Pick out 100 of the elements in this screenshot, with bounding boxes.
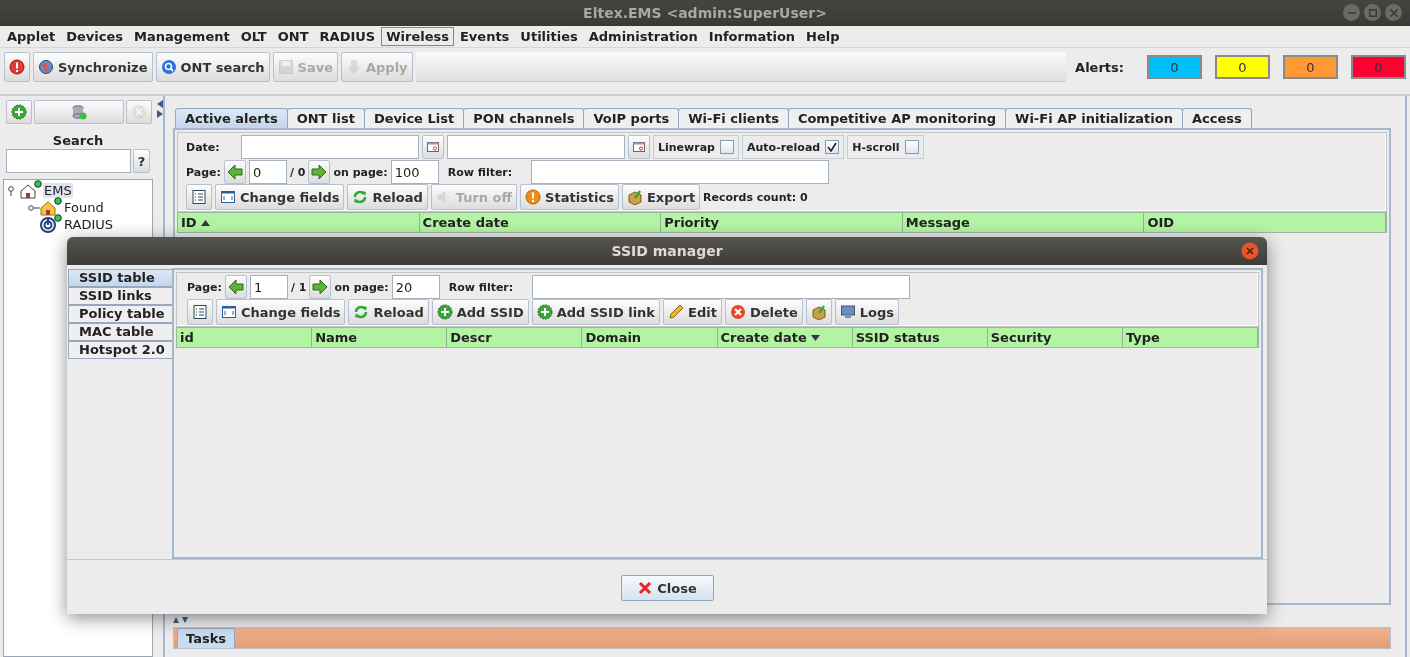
menu-item[interactable]: OLT xyxy=(235,27,272,46)
per-page-field[interactable]: 100 xyxy=(390,160,439,184)
toolbar-button[interactable]: Add SSID xyxy=(431,299,529,325)
toolbar-button[interactable]: Change fields xyxy=(216,299,346,325)
page-field[interactable]: 0 xyxy=(248,160,287,184)
row-filter-field[interactable] xyxy=(531,275,910,299)
toolbar-button[interactable]: Logs xyxy=(834,299,900,325)
page-label: Page: xyxy=(187,280,222,294)
toolbar-button[interactable]: Statistics xyxy=(520,184,619,210)
search-field[interactable] xyxy=(6,149,131,173)
calendar-icon xyxy=(425,139,441,155)
column-header[interactable]: Create date xyxy=(717,328,853,347)
column-header[interactable]: SSID status xyxy=(852,328,988,347)
checkbox[interactable] xyxy=(719,140,734,154)
column-header[interactable]: Create date xyxy=(419,213,662,232)
menu-item[interactable]: Help xyxy=(801,27,845,46)
checkbox[interactable] xyxy=(904,140,919,154)
column-header[interactable]: ID xyxy=(178,213,420,232)
calendar-button[interactable] xyxy=(422,135,444,159)
close-icon xyxy=(1389,8,1398,17)
columns-button[interactable] xyxy=(186,184,212,210)
menu-item[interactable]: Administration xyxy=(583,27,703,46)
side-tab[interactable]: SSID table xyxy=(68,269,172,287)
alert-icon xyxy=(9,59,25,75)
menu-item[interactable]: ONT xyxy=(272,27,314,46)
date-from-field[interactable] xyxy=(241,135,419,159)
toolbar-button[interactable]: Delete xyxy=(724,299,803,325)
menu-item[interactable]: Events xyxy=(454,27,515,46)
page-total: / 1 xyxy=(290,280,307,294)
reload-icon xyxy=(352,189,369,205)
date-to-field[interactable] xyxy=(447,135,625,159)
column-header[interactable]: Type xyxy=(1122,328,1258,347)
close-button[interactable]: Close xyxy=(620,575,714,601)
toolbar-button[interactable]: ONT search xyxy=(155,52,270,82)
side-tab[interactable]: SSID links xyxy=(68,287,172,305)
per-page-field[interactable]: 20 xyxy=(391,275,440,299)
tab[interactable]: VoIP ports xyxy=(583,108,680,128)
next-page-button[interactable] xyxy=(308,160,331,184)
date-label: Date: xyxy=(186,140,221,154)
expand-right-icon[interactable] xyxy=(156,110,163,118)
column-header[interactable]: Priority xyxy=(661,213,903,232)
column-header[interactable]: Name xyxy=(312,328,448,347)
column-header[interactable]: Message xyxy=(902,213,1145,232)
toolbar-button[interactable]: Export xyxy=(621,184,701,210)
toolbar-button[interactable]: Reload xyxy=(347,184,428,210)
tree-item[interactable]: Found xyxy=(63,200,105,215)
toolbar-button[interactable]: Edit xyxy=(663,299,722,325)
menu-item[interactable]: Utilities xyxy=(515,27,583,46)
column-header[interactable]: id xyxy=(177,328,313,347)
records-count: Records count: 0 xyxy=(703,190,808,204)
menu-item[interactable]: Information xyxy=(703,27,801,46)
menu-item[interactable]: Management xyxy=(129,27,235,46)
add-button[interactable] xyxy=(6,100,32,124)
row-filter-field[interactable] xyxy=(530,160,829,184)
toolbar-button[interactable]: Synchronize xyxy=(33,52,153,82)
toolbar-button[interactable]: Add SSID link xyxy=(531,299,660,325)
page-field[interactable]: 1 xyxy=(249,275,288,299)
tree-item[interactable]: RADIUS xyxy=(63,217,114,232)
tree-item[interactable]: EMS xyxy=(43,183,73,198)
tab[interactable]: Tasks xyxy=(177,628,236,648)
option-checkbox[interactable]: Auto-reload xyxy=(741,135,845,159)
column-header[interactable]: Security xyxy=(987,328,1123,347)
next-page-button[interactable] xyxy=(309,275,332,299)
column-header[interactable]: Descr xyxy=(447,328,583,347)
collapse-left-icon[interactable] xyxy=(156,100,163,108)
help-button[interactable]: ? xyxy=(133,149,150,173)
toolbar-button[interactable]: Reload xyxy=(348,299,429,325)
window-title: Eltex.EMS <admin:SuperUser> xyxy=(583,5,827,21)
dialog-title: SSID manager xyxy=(611,243,723,259)
column-header[interactable]: OID xyxy=(1144,213,1386,232)
tab[interactable]: Access xyxy=(1181,108,1252,128)
option-checkbox[interactable]: H-scroll xyxy=(847,135,924,159)
tab[interactable]: Active alerts xyxy=(175,108,288,128)
toolbar-button[interactable]: Change fields xyxy=(215,184,345,210)
side-tab[interactable]: Hotspot 2.0 xyxy=(68,341,172,359)
column-header[interactable]: Domain xyxy=(582,328,718,347)
menu-item[interactable]: Wireless xyxy=(381,27,454,46)
alarm-button[interactable] xyxy=(4,52,30,82)
menu-item[interactable]: Devices xyxy=(61,27,128,46)
splitter-arrows-icon[interactable] xyxy=(173,617,189,623)
tab[interactable]: Competitive AP monitoring xyxy=(787,108,1007,128)
pencil-icon xyxy=(668,304,684,320)
checkbox[interactable] xyxy=(825,140,840,154)
plus-icon xyxy=(11,104,27,120)
option-checkbox[interactable]: Linewrap xyxy=(653,135,739,159)
alert-counter: 0 xyxy=(1215,55,1270,79)
previous-page-button[interactable] xyxy=(223,160,246,184)
side-tab[interactable]: MAC table xyxy=(68,323,172,341)
export-button[interactable] xyxy=(805,299,832,325)
page-label: Page: xyxy=(186,165,221,179)
menu-item[interactable]: RADIUS xyxy=(314,27,381,46)
columns-button[interactable] xyxy=(187,299,213,325)
menu-item[interactable]: Applet xyxy=(2,27,61,46)
previous-page-button[interactable] xyxy=(224,275,247,299)
alerts-label: Alerts: xyxy=(1075,59,1124,75)
side-tab[interactable]: Policy table xyxy=(68,305,172,323)
collapsed-node-icon[interactable] xyxy=(28,202,40,213)
close-icon[interactable] xyxy=(1241,242,1259,260)
calendar-button[interactable] xyxy=(628,135,650,159)
plus-icon xyxy=(436,304,453,320)
